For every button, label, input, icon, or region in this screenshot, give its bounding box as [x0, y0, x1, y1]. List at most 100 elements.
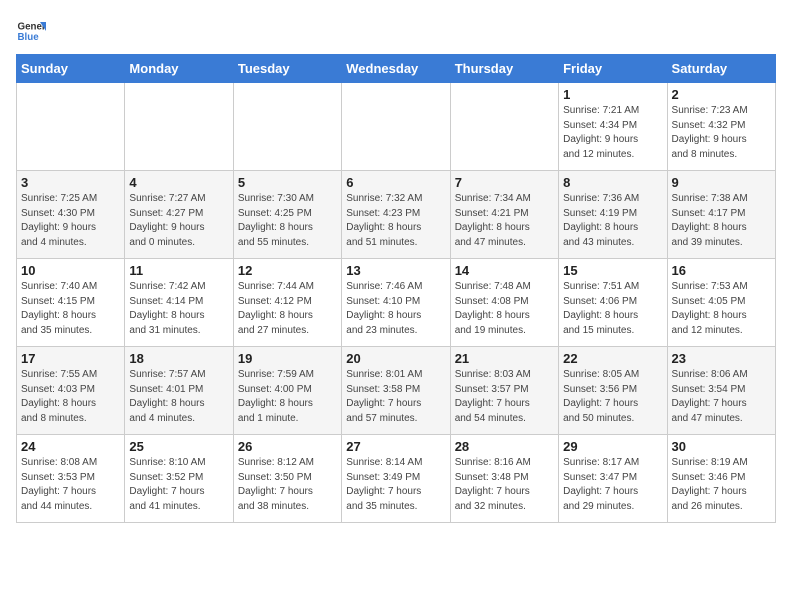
day-info: Sunrise: 7:21 AM Sunset: 4:34 PM Dayligh… [563, 104, 662, 162]
day-info: Sunrise: 8:17 AM Sunset: 3:47 PM Dayligh… [563, 456, 662, 514]
day-number: 7 [455, 175, 554, 190]
calendar-cell: 27 Sunrise: 8:14 AM Sunset: 3:49 PM Dayli… [342, 435, 450, 523]
calendar-cell: 9 Sunrise: 7:38 AM Sunset: 4:17 PM Daylig… [667, 171, 775, 259]
day-info: Sunrise: 8:01 AM Sunset: 3:58 PM Dayligh… [346, 368, 445, 426]
calendar-cell: 30Sunrise: 8:19 AM Sunset: 3:46 PM Dayli… [667, 435, 775, 523]
day-info: Sunrise: 7:59 AM Sunset: 4:00 PM Dayligh… [238, 368, 337, 426]
calendar-cell: 11 Sunrise: 7:42 AM Sunset: 4:14 PM Dayli… [125, 259, 233, 347]
column-headers: SundayMondayTuesdayWednesdayThursdayFrid… [17, 55, 776, 83]
day-number: 29 [563, 439, 662, 454]
day-info: Sunrise: 8:16 AM Sunset: 3:48 PM Dayligh… [455, 456, 554, 514]
day-info: Sunrise: 7:23 AM Sunset: 4:32 PM Dayligh… [672, 104, 771, 162]
calendar-cell: 14 Sunrise: 7:48 AM Sunset: 4:08 PM Dayli… [450, 259, 558, 347]
day-info: Sunrise: 7:46 AM Sunset: 4:10 PM Dayligh… [346, 280, 445, 338]
day-number: 21 [455, 351, 554, 366]
day-info: Sunrise: 7:53 AM Sunset: 4:05 PM Dayligh… [672, 280, 771, 338]
calendar-cell: 22 Sunrise: 8:05 AM Sunset: 3:56 PM Dayli… [559, 347, 667, 435]
calendar-cell: 2Sunrise: 7:23 AM Sunset: 4:32 PM Daylig… [667, 83, 775, 171]
day-number: 18 [129, 351, 228, 366]
day-info: Sunrise: 7:36 AM Sunset: 4:19 PM Dayligh… [563, 192, 662, 250]
day-number: 28 [455, 439, 554, 454]
calendar-cell: 5Sunrise: 7:30 AM Sunset: 4:25 PM Daylig… [233, 171, 341, 259]
calendar-cell: 25 Sunrise: 8:10 AM Sunset: 3:52 PM Dayli… [125, 435, 233, 523]
calendar-cell: 3 Sunrise: 7:25 AM Sunset: 4:30 PM Daylig… [17, 171, 125, 259]
day-info: Sunrise: 8:14 AM Sunset: 3:49 PM Dayligh… [346, 456, 445, 514]
day-info: Sunrise: 7:55 AM Sunset: 4:03 PM Dayligh… [21, 368, 120, 426]
day-info: Sunrise: 7:42 AM Sunset: 4:14 PM Dayligh… [129, 280, 228, 338]
calendar-cell: 21 Sunrise: 8:03 AM Sunset: 3:57 PM Dayli… [450, 347, 558, 435]
day-info: Sunrise: 8:12 AM Sunset: 3:50 PM Dayligh… [238, 456, 337, 514]
day-info: Sunrise: 7:44 AM Sunset: 4:12 PM Dayligh… [238, 280, 337, 338]
day-number: 20 [346, 351, 445, 366]
day-number: 14 [455, 263, 554, 278]
calendar-cell: 1 Sunrise: 7:21 AM Sunset: 4:34 PM Daylig… [559, 83, 667, 171]
day-info: Sunrise: 7:34 AM Sunset: 4:21 PM Dayligh… [455, 192, 554, 250]
day-number: 8 [563, 175, 662, 190]
day-number: 23 [672, 351, 771, 366]
calendar-cell: 16Sunrise: 7:53 AM Sunset: 4:05 PM Dayli… [667, 259, 775, 347]
calendar-cell: 13Sunrise: 7:46 AM Sunset: 4:10 PM Dayli… [342, 259, 450, 347]
day-number: 24 [21, 439, 120, 454]
day-number: 9 [672, 175, 771, 190]
day-info: Sunrise: 7:25 AM Sunset: 4:30 PM Dayligh… [21, 192, 120, 250]
day-info: Sunrise: 7:30 AM Sunset: 4:25 PM Dayligh… [238, 192, 337, 250]
column-header-wednesday: Wednesday [342, 55, 450, 83]
day-info: Sunrise: 7:40 AM Sunset: 4:15 PM Dayligh… [21, 280, 120, 338]
calendar-cell: 7 Sunrise: 7:34 AM Sunset: 4:21 PM Daylig… [450, 171, 558, 259]
day-number: 3 [21, 175, 120, 190]
calendar-cell: 10 Sunrise: 7:40 AM Sunset: 4:15 PM Dayli… [17, 259, 125, 347]
svg-text:Blue: Blue [18, 32, 40, 43]
calendar-cell: 26 Sunrise: 8:12 AM Sunset: 3:50 PM Dayli… [233, 435, 341, 523]
day-info: Sunrise: 8:19 AM Sunset: 3:46 PM Dayligh… [672, 456, 771, 514]
page-header: General Blue [16, 16, 776, 46]
day-number: 1 [563, 87, 662, 102]
calendar-cell [450, 83, 558, 171]
day-number: 22 [563, 351, 662, 366]
day-info: Sunrise: 7:57 AM Sunset: 4:01 PM Dayligh… [129, 368, 228, 426]
calendar-cell [342, 83, 450, 171]
calendar-cell: 29 Sunrise: 8:17 AM Sunset: 3:47 PM Dayli… [559, 435, 667, 523]
day-info: Sunrise: 7:38 AM Sunset: 4:17 PM Dayligh… [672, 192, 771, 250]
column-header-thursday: Thursday [450, 55, 558, 83]
calendar-cell: 12Sunrise: 7:44 AM Sunset: 4:12 PM Dayli… [233, 259, 341, 347]
column-header-sunday: Sunday [17, 55, 125, 83]
day-number: 25 [129, 439, 228, 454]
day-info: Sunrise: 7:32 AM Sunset: 4:23 PM Dayligh… [346, 192, 445, 250]
day-number: 26 [238, 439, 337, 454]
day-info: Sunrise: 7:27 AM Sunset: 4:27 PM Dayligh… [129, 192, 228, 250]
calendar-row: 24 Sunrise: 8:08 AM Sunset: 3:53 PM Dayli… [17, 435, 776, 523]
calendar-cell: 24 Sunrise: 8:08 AM Sunset: 3:53 PM Dayli… [17, 435, 125, 523]
calendar-cell: 28 Sunrise: 8:16 AM Sunset: 3:48 PM Dayli… [450, 435, 558, 523]
calendar-row: 17Sunrise: 7:55 AM Sunset: 4:03 PM Dayli… [17, 347, 776, 435]
day-info: Sunrise: 8:05 AM Sunset: 3:56 PM Dayligh… [563, 368, 662, 426]
column-header-monday: Monday [125, 55, 233, 83]
day-info: Sunrise: 8:08 AM Sunset: 3:53 PM Dayligh… [21, 456, 120, 514]
day-number: 11 [129, 263, 228, 278]
day-number: 10 [21, 263, 120, 278]
column-header-saturday: Saturday [667, 55, 775, 83]
day-info: Sunrise: 8:10 AM Sunset: 3:52 PM Dayligh… [129, 456, 228, 514]
calendar-cell: 19 Sunrise: 7:59 AM Sunset: 4:00 PM Dayli… [233, 347, 341, 435]
calendar-cell [17, 83, 125, 171]
calendar-row: 3 Sunrise: 7:25 AM Sunset: 4:30 PM Daylig… [17, 171, 776, 259]
calendar-cell [125, 83, 233, 171]
calendar-row: 1 Sunrise: 7:21 AM Sunset: 4:34 PM Daylig… [17, 83, 776, 171]
column-header-friday: Friday [559, 55, 667, 83]
logo-icon: General Blue [16, 16, 46, 46]
day-number: 27 [346, 439, 445, 454]
day-info: Sunrise: 7:51 AM Sunset: 4:06 PM Dayligh… [563, 280, 662, 338]
day-number: 19 [238, 351, 337, 366]
calendar-cell: 20 Sunrise: 8:01 AM Sunset: 3:58 PM Dayli… [342, 347, 450, 435]
day-info: Sunrise: 8:03 AM Sunset: 3:57 PM Dayligh… [455, 368, 554, 426]
column-header-tuesday: Tuesday [233, 55, 341, 83]
day-number: 15 [563, 263, 662, 278]
logo: General Blue [16, 16, 50, 46]
calendar-table: SundayMondayTuesdayWednesdayThursdayFrid… [16, 54, 776, 523]
calendar-cell: 23 Sunrise: 8:06 AM Sunset: 3:54 PM Dayli… [667, 347, 775, 435]
day-number: 4 [129, 175, 228, 190]
calendar-cell: 4 Sunrise: 7:27 AM Sunset: 4:27 PM Daylig… [125, 171, 233, 259]
day-info: Sunrise: 8:06 AM Sunset: 3:54 PM Dayligh… [672, 368, 771, 426]
day-number: 6 [346, 175, 445, 190]
day-info: Sunrise: 7:48 AM Sunset: 4:08 PM Dayligh… [455, 280, 554, 338]
calendar-cell: 18 Sunrise: 7:57 AM Sunset: 4:01 PM Dayli… [125, 347, 233, 435]
